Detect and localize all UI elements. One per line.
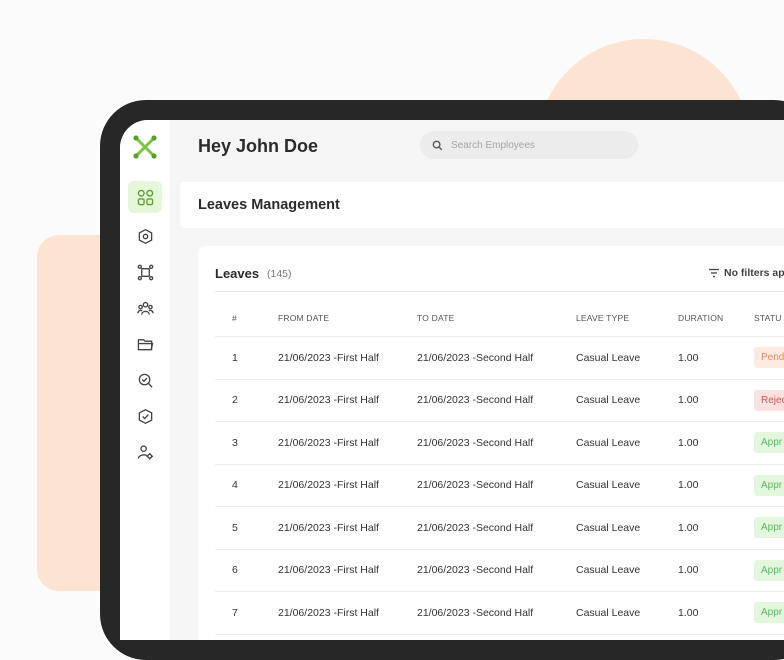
table-header-row: # FROM DATE TO DATE LEAVE TYPE DURATION … — [215, 300, 784, 337]
row-leave-type: Casual Leave — [576, 521, 641, 534]
row-from-date: 21/06/2023 -First Half — [278, 394, 379, 407]
folder-icon — [137, 338, 153, 350]
sidebar-item-home[interactable] — [128, 220, 162, 252]
greeting-title: Hey John Doe — [198, 136, 319, 156]
row-to-date: 21/06/2023 -Second Half — [417, 351, 534, 364]
row-status-cell: Rejec — [754, 380, 784, 422]
row-duration: 1.00 — [678, 479, 699, 492]
check-circle-icon — [138, 408, 152, 424]
sidebar-item-user-settings[interactable] — [128, 436, 162, 468]
status-badge: Appr — [754, 474, 784, 496]
app-screen: Hey John Doe Leaves Management Leaves (1… — [120, 120, 784, 640]
row-status-cell: Pend — [754, 337, 784, 379]
row-leave-type: Casual Leave — [576, 564, 641, 577]
status-badge: Appr — [754, 559, 784, 581]
row-number: 3 — [232, 436, 238, 449]
row-to-date: 21/06/2023 -Second Half — [417, 606, 534, 619]
status-badge: Rejec — [754, 389, 784, 411]
leaves-table: # FROM DATE TO DATE LEAVE TYPE DURATION … — [215, 300, 784, 635]
table-row[interactable]: 6 21/06/2023 -First Half 21/06/2023 -Sec… — [215, 550, 784, 592]
home-shield-icon — [138, 228, 152, 244]
row-number: 6 — [232, 564, 238, 577]
row-status-cell: Appr — [754, 422, 784, 464]
sidebar-item-network[interactable] — [128, 256, 162, 288]
sidebar-item-team[interactable] — [128, 292, 162, 324]
table-row[interactable]: 7 21/06/2023 -First Half 21/06/2023 -Sec… — [215, 592, 784, 635]
row-number: 1 — [232, 351, 238, 364]
row-leave-type: Casual Leave — [576, 351, 641, 364]
sidebar-item-files[interactable] — [128, 328, 162, 360]
search-box[interactable] — [420, 131, 638, 159]
leaves-title: Leaves — [215, 266, 260, 281]
row-from-date: 21/06/2023 -First Half — [278, 521, 379, 534]
filter-icon — [709, 268, 719, 278]
row-leave-type: Casual Leave — [576, 479, 641, 492]
status-badge: Appr — [754, 602, 784, 624]
row-from-date: 21/06/2023 -First Half — [278, 351, 379, 364]
page-title: Leaves Management — [198, 197, 340, 213]
row-status-cell: Appr — [754, 592, 784, 634]
row-status-cell: Appr — [754, 507, 784, 549]
column-header-status[interactable]: STATU — [754, 300, 782, 336]
row-number: 7 — [232, 606, 238, 619]
row-duration: 1.00 — [678, 564, 699, 577]
page-header: Leaves Management — [180, 182, 784, 228]
row-to-date: 21/06/2023 -Second Half — [417, 436, 534, 449]
row-duration: 1.00 — [678, 606, 699, 619]
app-logo-icon — [133, 135, 157, 159]
sidebar-item-review[interactable] — [128, 364, 162, 396]
top-bar: Hey John Doe — [170, 120, 784, 172]
sidebar-item-dashboard[interactable] — [128, 181, 162, 213]
row-number: 2 — [232, 394, 238, 407]
sidebar-item-approvals[interactable] — [128, 400, 162, 432]
row-to-date: 21/06/2023 -Second Half — [417, 394, 534, 407]
search-input[interactable] — [449, 138, 633, 152]
row-to-date: 21/06/2023 -Second Half — [417, 521, 534, 534]
status-badge: Pend — [754, 347, 784, 369]
row-number: 4 — [232, 479, 238, 492]
column-header-duration[interactable]: DURATION — [678, 300, 723, 336]
filter-label: No filters ap — [724, 267, 784, 279]
user-settings-icon — [137, 444, 153, 460]
column-header-from-date[interactable]: FROM DATE — [278, 300, 329, 336]
table-row[interactable]: 4 21/06/2023 -First Half 21/06/2023 -Sec… — [215, 465, 784, 507]
row-from-date: 21/06/2023 -First Half — [278, 479, 379, 492]
row-leave-type: Casual Leave — [576, 606, 641, 619]
row-status-cell: Appr — [754, 465, 784, 507]
row-duration: 1.00 — [678, 521, 699, 534]
row-leave-type: Casual Leave — [576, 394, 641, 407]
row-from-date: 21/06/2023 -First Half — [278, 564, 379, 577]
table-row[interactable]: 2 21/06/2023 -First Half 21/06/2023 -Sec… — [215, 380, 784, 422]
row-to-date: 21/06/2023 -Second Half — [417, 564, 534, 577]
network-icon — [137, 264, 153, 280]
search-icon — [432, 140, 443, 150]
dashboard-icon — [137, 189, 153, 205]
card-divider — [215, 291, 784, 292]
status-badge: Appr — [754, 432, 784, 454]
column-header-number[interactable]: # — [232, 300, 237, 336]
team-icon — [136, 301, 154, 315]
table-row[interactable]: 3 21/06/2023 -First Half 21/06/2023 -Sec… — [215, 422, 784, 465]
table-row[interactable]: 1 21/06/2023 -First Half 21/06/2023 -Sec… — [215, 337, 784, 380]
leaves-count: (145) — [267, 268, 292, 280]
search-check-icon — [138, 373, 153, 388]
row-status-cell: Appr — [754, 550, 784, 592]
table-row[interactable]: 5 21/06/2023 -First Half 21/06/2023 -Sec… — [215, 507, 784, 550]
row-duration: 1.00 — [678, 351, 699, 364]
sidebar — [120, 120, 170, 640]
row-to-date: 21/06/2023 -Second Half — [417, 479, 534, 492]
row-number: 5 — [232, 521, 238, 534]
column-header-to-date[interactable]: TO DATE — [417, 300, 454, 336]
row-from-date: 21/06/2023 -First Half — [278, 436, 379, 449]
filter-button[interactable]: No filters ap — [708, 267, 784, 279]
leaves-card: Leaves (145) No filters ap # FROM DATE T… — [198, 246, 784, 640]
row-leave-type: Casual Leave — [576, 436, 641, 449]
row-from-date: 21/06/2023 -First Half — [278, 606, 379, 619]
column-header-leave-type[interactable]: LEAVE TYPE — [576, 300, 629, 336]
status-badge: Appr — [754, 517, 784, 539]
row-duration: 1.00 — [678, 436, 699, 449]
row-duration: 1.00 — [678, 394, 699, 407]
